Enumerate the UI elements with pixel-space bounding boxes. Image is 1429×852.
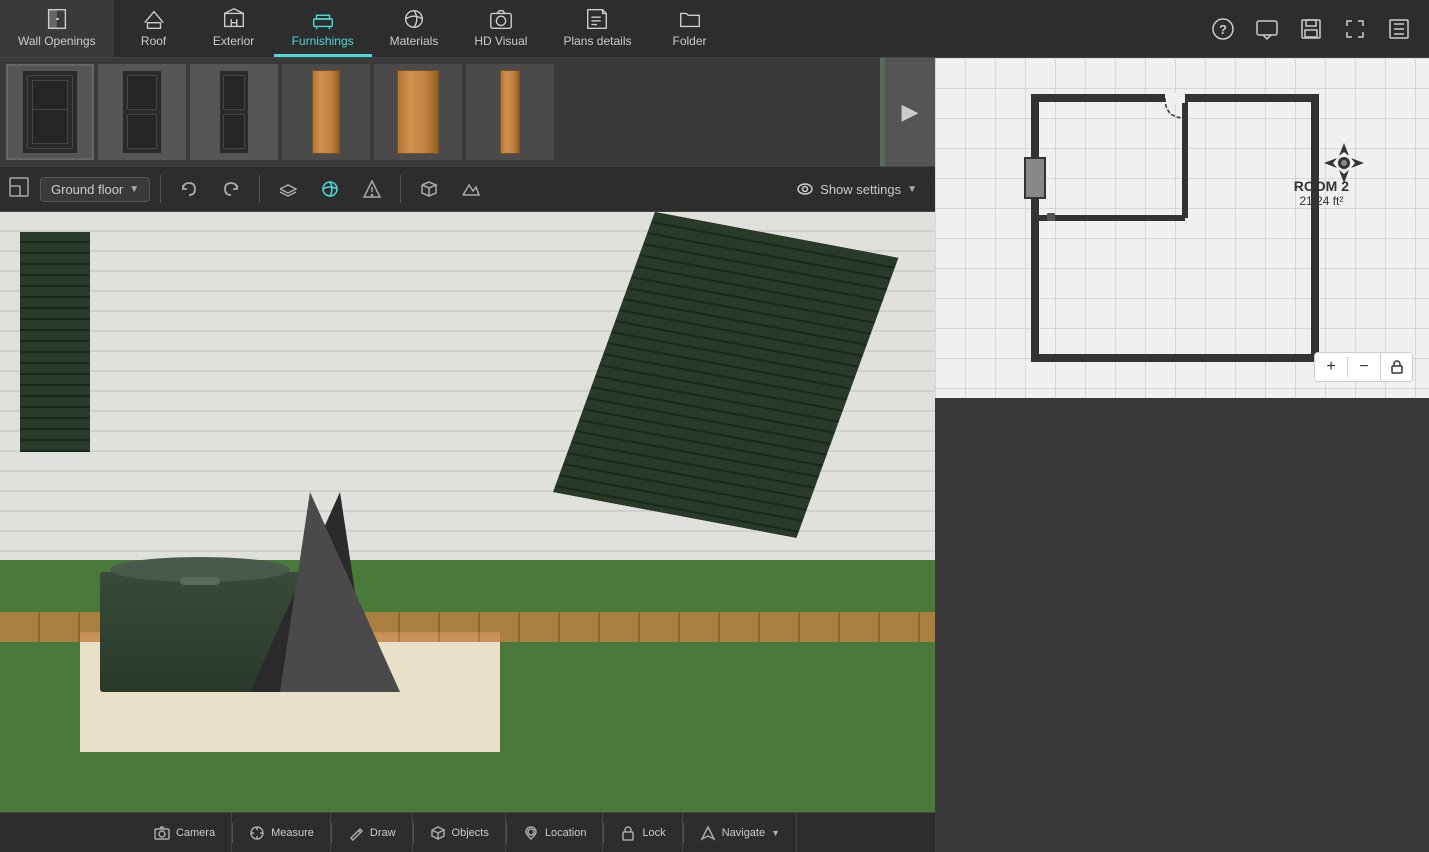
draw-icon xyxy=(348,825,364,841)
thumb-item[interactable] xyxy=(190,64,278,160)
thumb-item[interactable] xyxy=(374,64,462,160)
measure-button[interactable]: Measure xyxy=(233,813,331,852)
lock-button[interactable]: Lock xyxy=(604,813,682,852)
help-button[interactable]: ? xyxy=(1203,9,1243,49)
save-button[interactable] xyxy=(1291,9,1331,49)
tab-wall-openings[interactable]: Wall Openings xyxy=(0,0,114,57)
navigate-icon xyxy=(700,825,716,841)
floor-plan-svg xyxy=(935,58,1429,398)
furnishings-icon xyxy=(310,6,336,32)
thumb-item[interactable] xyxy=(98,64,186,160)
location-icon xyxy=(523,825,539,841)
floor-plan-view[interactable]: ROOM 2 21.24 ft² + − xyxy=(935,58,1429,398)
more-button[interactable] xyxy=(1379,9,1419,49)
settings-dropdown-arrow: ▼ xyxy=(907,184,917,195)
roof-icon xyxy=(141,6,167,32)
main-area: ▶ Ground floor ▼ xyxy=(0,58,1429,852)
orbit-button[interactable] xyxy=(312,173,348,205)
fireplace-object xyxy=(100,572,300,692)
svg-text:?: ? xyxy=(1219,22,1227,37)
strip-scroll-arrow[interactable]: ▶ xyxy=(885,58,935,166)
camera-mode-button[interactable]: Camera xyxy=(138,813,232,852)
scene-background xyxy=(0,212,935,812)
floor-bar: Ground floor ▼ xyxy=(0,166,935,212)
right-shutter xyxy=(553,212,898,538)
eye-icon xyxy=(796,180,814,198)
tab-exterior[interactable]: Exterior xyxy=(194,0,274,57)
room-label: ROOM 2 21.24 ft² xyxy=(1294,178,1349,208)
zoom-out-button[interactable]: − xyxy=(1348,353,1380,381)
tab-plans-details[interactable]: Plans details xyxy=(545,0,649,57)
floor-dropdown-arrow: ▼ xyxy=(129,184,139,195)
thumbnail-strip xyxy=(0,58,880,166)
tab-materials[interactable]: Materials xyxy=(372,0,457,57)
draw-button[interactable]: Draw xyxy=(332,813,413,852)
pan-lock-button[interactable] xyxy=(1380,353,1412,381)
exterior-icon xyxy=(221,6,247,32)
layers-button[interactable] xyxy=(270,173,306,205)
separator xyxy=(259,175,260,203)
objects-icon xyxy=(430,825,446,841)
floor-selector[interactable]: Ground floor ▼ xyxy=(40,177,150,202)
lock-icon xyxy=(620,825,636,841)
objects-button[interactable]: Objects xyxy=(414,813,506,852)
camera-bottom-icon xyxy=(154,825,170,841)
zoom-in-button[interactable]: + xyxy=(1315,353,1347,381)
door-icon xyxy=(44,6,70,32)
right-toolbar: ? xyxy=(1203,0,1429,57)
tab-folder[interactable]: Folder xyxy=(650,0,730,57)
tab-furnishings[interactable]: Furnishings xyxy=(274,0,372,57)
floor-plan-panel: ROOM 2 21.24 ft² + − xyxy=(935,58,1429,852)
fullscreen-button[interactable] xyxy=(1335,9,1375,49)
materials-icon xyxy=(401,6,427,32)
undo-button[interactable] xyxy=(171,173,207,205)
right-shutter-area xyxy=(575,212,915,572)
separator xyxy=(160,175,161,203)
separator xyxy=(400,175,401,203)
plans-icon xyxy=(584,6,610,32)
thumb-item[interactable] xyxy=(282,64,370,160)
top-toolbar: Wall Openings Roof Exterior Furnishings xyxy=(0,0,1429,58)
comment-button[interactable] xyxy=(1247,9,1287,49)
zoom-controls: + − xyxy=(1314,352,1413,382)
house-wall xyxy=(0,212,935,572)
tab-hd-visual[interactable]: HD Visual xyxy=(456,0,545,57)
left-shutter xyxy=(20,232,90,452)
mountain-button[interactable] xyxy=(453,173,489,205)
show-settings-button[interactable]: Show settings ▼ xyxy=(786,176,927,202)
navigate-dropdown: ▼ xyxy=(771,828,780,838)
location-button[interactable]: Location xyxy=(507,813,604,852)
3d-scene[interactable] xyxy=(0,212,935,812)
redo-button[interactable] xyxy=(213,173,249,205)
thumb-item[interactable] xyxy=(6,64,94,160)
camera-icon xyxy=(488,6,514,32)
thumb-item[interactable] xyxy=(466,64,554,160)
3d-view[interactable]: ▶ Ground floor ▼ xyxy=(0,58,935,852)
navigate-button[interactable]: Navigate ▼ xyxy=(684,813,797,852)
folder-icon xyxy=(677,6,703,32)
cube-view-button[interactable] xyxy=(411,173,447,205)
tab-roof[interactable]: Roof xyxy=(114,0,194,57)
bottom-toolbar: Camera Measure Draw xyxy=(0,812,935,852)
warning-button[interactable] xyxy=(354,173,390,205)
floor-plan-icon xyxy=(8,176,30,203)
measure-icon xyxy=(249,825,265,841)
left-window-area xyxy=(0,222,200,572)
